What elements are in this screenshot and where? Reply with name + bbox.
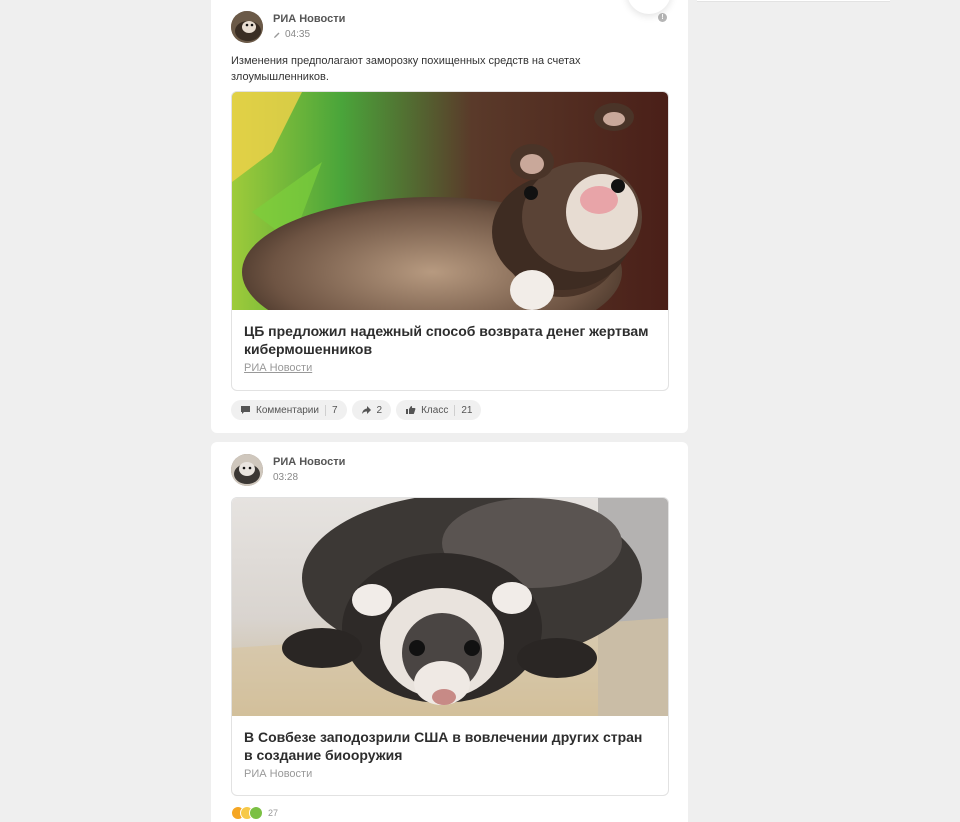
share-button[interactable]: 2 <box>351 400 392 420</box>
feed-post: РИА Новости 04:35 ! Изменения предполага… <box>211 0 688 433</box>
card-title[interactable]: ЦБ предложил надежный способ возврата де… <box>244 322 654 358</box>
post-text: Изменения предполагают заморозку похищен… <box>231 55 581 83</box>
feed-post: РИА Новости 03:28 В Совбезе заподозрили … <box>211 442 688 822</box>
right-column-panel <box>697 0 890 2</box>
likes-label: Класс <box>421 404 449 416</box>
post-meta: 04:35 <box>273 29 310 40</box>
pencil-icon <box>273 31 281 39</box>
wow-reaction-icon <box>249 806 263 820</box>
post-author[interactable]: РИА Новости <box>273 456 345 468</box>
comments-label: Комментарии <box>256 404 319 416</box>
post-author[interactable]: РИА Новости <box>273 13 345 25</box>
card-title[interactable]: В Совбезе заподозрили США в вовлечении д… <box>244 728 654 764</box>
post-meta: 03:28 <box>273 472 298 483</box>
card-image-ferret[interactable] <box>232 498 668 716</box>
comments-count: 7 <box>331 404 338 416</box>
likes-count: 21 <box>461 404 473 416</box>
reactions-count: 27 <box>268 808 279 818</box>
comment-icon <box>240 405 251 415</box>
post-time: 04:35 <box>285 29 311 40</box>
avatar[interactable] <box>231 454 263 486</box>
shares-count: 2 <box>376 404 383 416</box>
post-actions: Комментарии 7 2 Класс 21 <box>231 400 482 420</box>
like-button[interactable]: Класс 21 <box>396 400 482 420</box>
comments-button[interactable]: Комментарии 7 <box>231 400 347 420</box>
reactions-summary[interactable]: 27 <box>231 806 278 820</box>
divider <box>454 404 456 416</box>
link-card[interactable]: В Совбезе заподозрили США в вовлечении д… <box>231 497 669 796</box>
card-source[interactable]: РИА Новости <box>244 768 312 780</box>
divider <box>324 404 326 416</box>
thumbs-up-icon <box>405 405 416 415</box>
link-card[interactable]: ЦБ предложил надежный способ возврата де… <box>231 91 669 391</box>
post-time: 03:28 <box>273 472 299 483</box>
avatar[interactable] <box>231 11 263 43</box>
card-source[interactable]: РИА Новости <box>244 362 312 374</box>
share-icon <box>361 405 372 415</box>
card-image-ferret[interactable] <box>232 92 668 310</box>
info-icon[interactable]: ! <box>658 13 667 22</box>
